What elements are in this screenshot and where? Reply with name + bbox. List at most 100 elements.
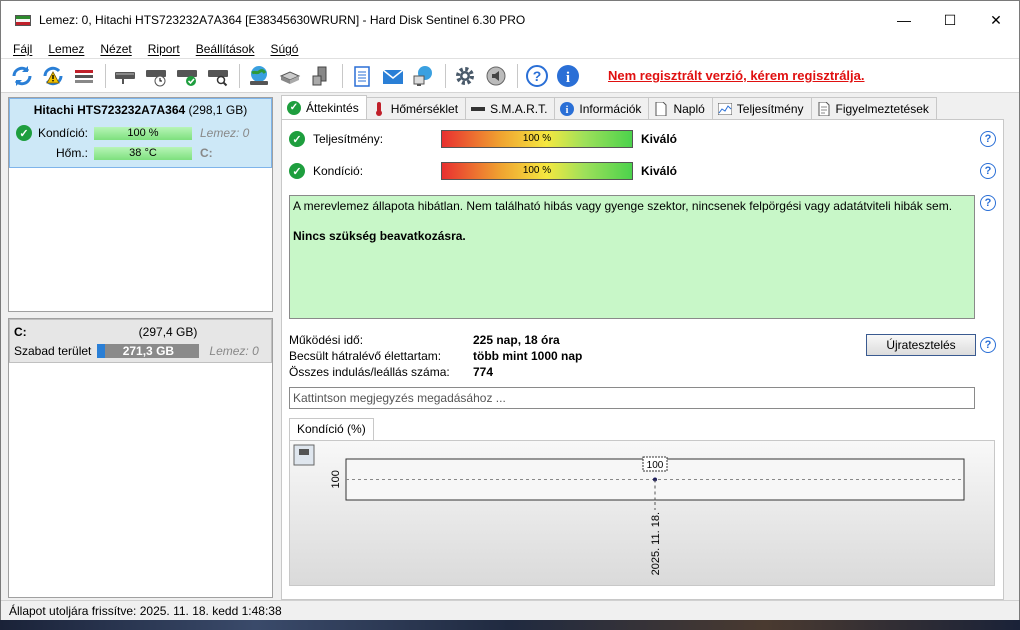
disk-info: Működési idő: 225 nap, 18 óra Becsült hát…: [289, 332, 582, 380]
drive-icon[interactable]: [277, 63, 303, 89]
close-button[interactable]: ✕: [973, 1, 1019, 39]
tab-information[interactable]: i Információk: [554, 97, 650, 119]
help-icon[interactable]: ?: [980, 131, 996, 147]
partition-size: (297,4 GB): [138, 325, 198, 339]
disk-size: (298,1 GB): [188, 103, 248, 117]
partition-item[interactable]: C: (297,4 GB) Szabad terület 271,3 GB Le…: [9, 319, 272, 363]
globe-icon[interactable]: [246, 63, 272, 89]
disk-name: Hitachi HTS723232A7A364: [33, 103, 186, 117]
check-icon: ✓: [289, 163, 305, 179]
recommendation-text: Nincs szükség beavatkozásra.: [293, 229, 466, 243]
desktop-background: [0, 620, 1020, 630]
status-text: A merevlemez állapota hibátlan. Nem talá…: [293, 199, 953, 213]
retest-button[interactable]: Újratesztelés: [866, 334, 976, 356]
refresh-icon[interactable]: [9, 63, 35, 89]
disk-check-icon[interactable]: [174, 63, 200, 89]
toolbar-separator: [517, 63, 518, 88]
condition-bar: 100 %: [94, 126, 192, 140]
tab-smart[interactable]: S.M.A.R.T.: [465, 97, 556, 119]
temperature-bar: 38 °C: [94, 146, 192, 160]
condition-chart-svg: 100 100 2025. 11. 18.: [293, 444, 965, 575]
tab-bar: ✓ Áttekintés Hőmérséklet S.M.A.R.T. i In…: [281, 95, 937, 119]
minimize-button[interactable]: —: [881, 1, 927, 39]
hdd-network-icon[interactable]: [308, 63, 334, 89]
performance-row: ✓ Teljesítmény: 100 % Kiváló: [289, 130, 677, 148]
partition-drive: C:: [14, 325, 27, 339]
speaker-icon[interactable]: [483, 63, 509, 89]
title-bar: Lemez: 0, Hitachi HTS723232A7A364 [E3834…: [1, 1, 1019, 39]
toolbar: ? i Nem regisztrált verzió, kérem regisz…: [1, 59, 1019, 93]
performance-chart-icon: [717, 102, 732, 116]
disk-bar-icon[interactable]: [71, 63, 97, 89]
y-tick-label: 100: [330, 470, 342, 488]
disk-clock-icon[interactable]: [143, 63, 169, 89]
start-stop-label: Összes indulás/leállás száma:: [289, 365, 450, 379]
remaining-life-value: több mint 1000 nap: [473, 349, 583, 363]
menu-disk[interactable]: Lemez: [40, 42, 92, 56]
maximize-button[interactable]: ☐: [927, 1, 973, 39]
free-space-label: Szabad terület: [14, 344, 92, 358]
smart-icon: [471, 102, 486, 116]
app-icon: [15, 14, 31, 26]
performance-verdict: Kiváló: [641, 132, 678, 146]
svg-text:i: i: [566, 105, 569, 116]
condition-chart: 100 100 2025. 11. 18.: [289, 440, 995, 586]
menu-report[interactable]: Riport: [140, 42, 188, 56]
status-bar: Állapot utoljára frissítve: 2025. 11. 18…: [1, 600, 1019, 620]
info-icon[interactable]: i: [555, 63, 581, 89]
left-panel: Hitachi HTS723232A7A364 (298,1 GB) ✓ Kon…: [8, 97, 273, 599]
check-icon: ✓: [289, 131, 305, 147]
performance-label: Teljesítmény:: [313, 132, 384, 146]
partition-disk-label: Lemez: 0: [209, 344, 259, 358]
refresh-warning-icon[interactable]: [40, 63, 66, 89]
tab-performance[interactable]: Teljesítmény: [711, 97, 812, 119]
comment-field[interactable]: Kattintson megjegyzés megadásához ...: [289, 387, 975, 409]
gear-icon[interactable]: [452, 63, 478, 89]
tab-alerts[interactable]: Figyelmeztetések: [810, 97, 937, 119]
temperature-label: Hőm.:: [55, 146, 88, 160]
document-icon: [654, 101, 668, 116]
disk-list: Hitachi HTS723232A7A364 (298,1 GB) ✓ Kon…: [8, 97, 273, 312]
condition-label: Kondíció:: [313, 164, 364, 178]
tab-log[interactable]: Napló: [648, 97, 713, 119]
save-chart-icon-detail: [299, 449, 309, 455]
help-icon[interactable]: ?: [980, 195, 996, 211]
disk-index-label: Lemez: 0: [200, 126, 250, 140]
toolbar-separator: [105, 63, 106, 88]
window-title: Lemez: 0, Hitachi HTS723232A7A364 [E3834…: [39, 13, 526, 27]
condition-verdict: Kiváló: [641, 164, 678, 178]
uptime-value: 225 nap, 18 óra: [473, 333, 560, 347]
tab-overview[interactable]: ✓ Áttekintés: [281, 95, 367, 119]
help-icon[interactable]: ?: [524, 63, 550, 89]
registration-warning-link[interactable]: Nem regisztrált verzió, kérem regisztrál…: [608, 68, 865, 83]
condition-bar: 100 %: [441, 162, 633, 180]
info-icon: i: [560, 101, 575, 116]
menu-view[interactable]: Nézet: [92, 42, 139, 56]
performance-bar: 100 %: [441, 130, 633, 148]
free-space-bar: 271,3 GB: [97, 344, 200, 358]
help-icon[interactable]: ?: [980, 337, 996, 353]
mail-icon[interactable]: [380, 63, 406, 89]
uptime-label: Működési idő:: [289, 333, 364, 347]
menu-settings[interactable]: Beállítások: [188, 42, 263, 56]
condition-label: Kondíció:: [37, 126, 88, 140]
thermometer-icon: [372, 101, 386, 116]
chart-tab-condition[interactable]: Kondíció (%): [289, 418, 374, 440]
disk-item[interactable]: Hitachi HTS723232A7A364 (298,1 GB) ✓ Kon…: [9, 98, 272, 168]
network-monitor-icon[interactable]: [411, 63, 437, 89]
drive-letter-label: C:: [200, 146, 213, 160]
partition-list: C: (297,4 GB) Szabad terület 271,3 GB Le…: [8, 318, 273, 598]
disk-search-icon[interactable]: [205, 63, 231, 89]
toolbar-separator: [445, 63, 446, 88]
toolbar-separator: [239, 63, 240, 88]
menu-file[interactable]: Fájl: [5, 42, 40, 56]
svg-text:?: ?: [533, 68, 542, 84]
disk-icon[interactable]: [112, 63, 138, 89]
menu-help[interactable]: Súgó: [262, 42, 306, 56]
svg-text:i: i: [566, 70, 570, 86]
status-description: A merevlemez állapota hibátlan. Nem talá…: [289, 195, 975, 319]
remaining-life-label: Becsült hátralévő élettartam:: [289, 349, 442, 363]
help-icon[interactable]: ?: [980, 163, 996, 179]
notepad-icon[interactable]: [349, 63, 375, 89]
tab-temperature[interactable]: Hőmérséklet: [365, 97, 467, 119]
